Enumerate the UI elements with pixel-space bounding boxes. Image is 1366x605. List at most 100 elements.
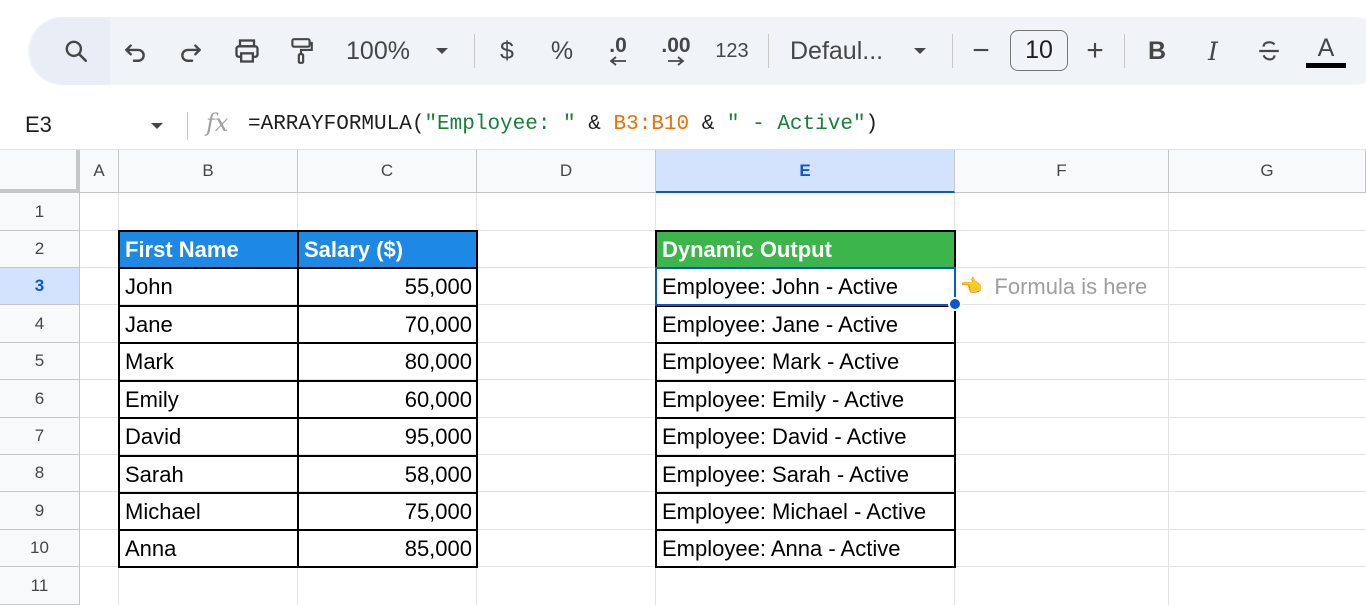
currency-format-button[interactable]: $ (494, 17, 520, 85)
table-border (655, 267, 956, 269)
toolbar-divider (768, 34, 769, 68)
text-color-button[interactable]: A (1304, 17, 1348, 85)
cell-c3[interactable]: 55,000 (298, 268, 477, 305)
cell-b2[interactable]: First Name (119, 231, 298, 268)
row-header-5[interactable]: 5 (0, 343, 80, 380)
table-border (655, 305, 956, 307)
formula-bar-divider (187, 112, 188, 140)
formula-bar: E3 fx =ARRAYFORMULA("Employee: " & B3:B1… (0, 100, 1366, 150)
table-border (655, 492, 956, 494)
cell-c4[interactable]: 70,000 (298, 306, 477, 343)
row-header-3[interactable]: 3 (0, 268, 80, 305)
cell-c5[interactable]: 80,000 (298, 343, 477, 380)
formula-string: "Employee: " (424, 113, 576, 136)
cell-b4[interactable]: Jane (119, 306, 298, 343)
note-text: Formula is here (994, 273, 1148, 299)
cell-e3[interactable]: Employee: John - Active (656, 268, 955, 305)
increase-font-size-button[interactable]: + (1080, 17, 1110, 85)
table-border (655, 380, 956, 382)
table-border (118, 342, 478, 344)
select-all-corner[interactable] (0, 150, 80, 193)
italic-button[interactable]: I (1198, 17, 1228, 85)
cell-e5[interactable]: Employee: Mark - Active (656, 343, 955, 380)
decrease-decimal-button[interactable]: .0 (600, 17, 636, 85)
column-header-a[interactable]: A (80, 150, 119, 193)
table-border (118, 417, 478, 419)
formula-operator: & (689, 113, 727, 136)
row-header-7[interactable]: 7 (0, 418, 80, 455)
pointing-hand-icon: 👈 (960, 276, 983, 296)
table-border (655, 342, 956, 344)
toolbar-area: 100% $ % .0 .00 123 Defaul... − 10 + B I… (0, 0, 1366, 100)
chevron-down-icon[interactable] (430, 17, 454, 85)
cell-e2[interactable]: Dynamic Output (656, 231, 955, 268)
decrease-decimal-label: .0 (609, 34, 627, 57)
table-border (118, 492, 478, 494)
column-header-c[interactable]: C (298, 150, 477, 193)
increase-decimal-label: .00 (661, 34, 691, 57)
cell-e9[interactable]: Employee: Michael - Active (656, 493, 955, 530)
chevron-down-icon[interactable] (150, 118, 164, 136)
column-header-f[interactable]: F (955, 150, 1169, 193)
formula-string: " - Active" (726, 113, 866, 136)
undo-icon[interactable] (120, 17, 150, 85)
paint-format-icon[interactable] (286, 17, 316, 85)
text-color-swatch (1306, 62, 1346, 68)
cell-b3[interactable]: John (119, 268, 298, 305)
formula-input[interactable]: =ARRAYFORMULA("Employee: " & B3:B10 & " … (248, 113, 878, 136)
row-header-9[interactable]: 9 (0, 492, 80, 530)
search-icon[interactable] (58, 17, 94, 85)
decrease-font-size-button[interactable]: − (966, 17, 996, 85)
cell-c7[interactable]: 95,000 (298, 418, 477, 455)
column-header-d[interactable]: D (477, 150, 656, 193)
row-header-4[interactable]: 4 (0, 305, 80, 343)
name-box[interactable]: E3 (25, 112, 52, 138)
print-icon[interactable] (230, 17, 264, 85)
table-border (118, 455, 478, 457)
cell-b5[interactable]: Mark (119, 343, 298, 380)
row-header-10[interactable]: 10 (0, 530, 80, 567)
row-header-1[interactable]: 1 (0, 193, 80, 231)
column-header-g[interactable]: G (1169, 150, 1366, 193)
arrow-right-icon (668, 56, 685, 66)
more-formats-button[interactable]: 123 (710, 17, 754, 85)
cell-e4[interactable]: Employee: Jane - Active (656, 306, 955, 343)
arrow-left-icon (609, 56, 626, 66)
table-border (655, 417, 956, 419)
cell-c9[interactable]: 75,000 (298, 493, 477, 530)
cell-b10[interactable]: Anna (119, 530, 298, 567)
cell-f3[interactable]: 👈 Formula is here (960, 268, 1147, 305)
row-header-2[interactable]: 2 (0, 231, 80, 268)
cell-c6[interactable]: 60,000 (298, 381, 477, 418)
cell-b8[interactable]: Sarah (119, 456, 298, 493)
strikethrough-icon[interactable] (1254, 17, 1284, 85)
cell-e6[interactable]: Employee: Emily - Active (656, 381, 955, 418)
cell-c2[interactable]: Salary ($) (298, 231, 477, 268)
column-header-e[interactable]: E (656, 150, 955, 193)
bold-button[interactable]: B (1142, 17, 1172, 85)
fx-icon: fx (206, 109, 229, 137)
increase-decimal-button[interactable]: .00 (656, 17, 696, 85)
formula-operator: & (575, 113, 614, 136)
cell-b6[interactable]: Emily (119, 381, 298, 418)
font-family-select[interactable]: Defaul... (790, 17, 890, 85)
spreadsheet-grid[interactable]: A B C D E F G 1 2 3 4 5 6 7 8 9 10 11 Fi… (0, 150, 1366, 605)
column-header-b[interactable]: B (119, 150, 298, 193)
percent-format-button[interactable]: % (548, 17, 576, 85)
cell-e10[interactable]: Employee: Anna - Active (656, 530, 955, 567)
cell-c8[interactable]: 58,000 (298, 456, 477, 493)
cell-e7[interactable]: Employee: David - Active (656, 418, 955, 455)
row-header-11[interactable]: 11 (0, 567, 80, 605)
chevron-down-icon[interactable] (908, 17, 932, 85)
gridline (1168, 193, 1169, 605)
cell-c10[interactable]: 85,000 (298, 530, 477, 567)
font-size-input[interactable]: 10 (1010, 30, 1068, 71)
toolbar-divider (1124, 34, 1125, 68)
row-header-8[interactable]: 8 (0, 455, 80, 492)
redo-icon[interactable] (176, 17, 206, 85)
cell-b7[interactable]: David (119, 418, 298, 455)
cell-e8[interactable]: Employee: Sarah - Active (656, 456, 955, 493)
cell-b9[interactable]: Michael (119, 493, 298, 530)
row-header-6[interactable]: 6 (0, 380, 80, 418)
zoom-select[interactable]: 100% (340, 17, 416, 85)
